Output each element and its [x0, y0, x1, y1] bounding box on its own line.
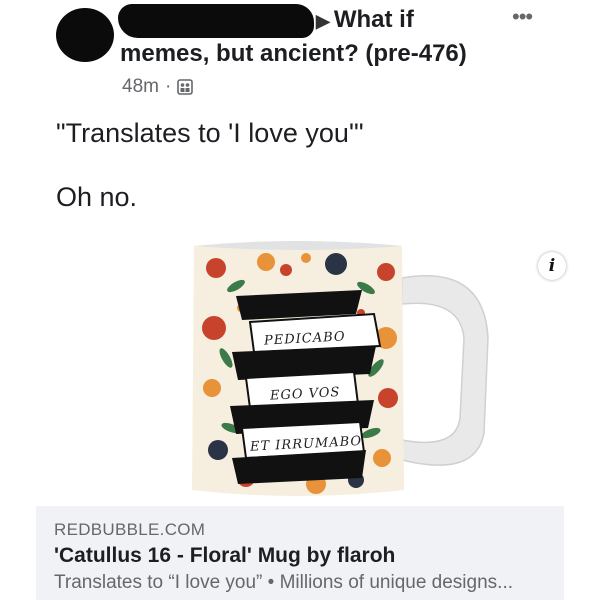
avatar-redacted[interactable]	[56, 8, 114, 62]
mug-image[interactable]: PEDICABO EGO VOS ET IRRUMABO i	[36, 228, 566, 506]
mug-illustration: PEDICABO EGO VOS ET IRRUMABO	[192, 241, 489, 496]
group-icon	[177, 79, 194, 95]
group-name-part1[interactable]: What if	[334, 6, 414, 33]
group-link-line1[interactable]: ▶ What if	[316, 6, 414, 34]
more-options-icon[interactable]: •••	[512, 4, 533, 30]
link-domain: REDBUBBLE.COM	[54, 520, 206, 539]
arrow-right-icon: ▶	[316, 11, 330, 31]
link-title[interactable]: 'Catullus 16 - Floral' Mug by flaroh	[54, 544, 395, 568]
mug-handle	[401, 275, 489, 466]
post-text-line1: "Translates to 'I love you'"	[56, 118, 364, 148]
meta-separator: ·	[164, 76, 172, 97]
post-time[interactable]: 48m	[122, 76, 159, 98]
info-icon[interactable]: i	[538, 252, 566, 280]
link-description: Translates to “I love you” • Millions of…	[54, 572, 513, 593]
post-text-line2: Oh no.	[56, 182, 138, 212]
group-name-part2[interactable]: memes, but ancient? (pre-476)	[120, 40, 467, 68]
author-name-redacted[interactable]	[118, 4, 314, 38]
link-preview-card[interactable]: PEDICABO EGO VOS ET IRRUMABO i REDBUBBLE…	[36, 228, 566, 600]
post-meta: 48m ·	[122, 76, 194, 98]
